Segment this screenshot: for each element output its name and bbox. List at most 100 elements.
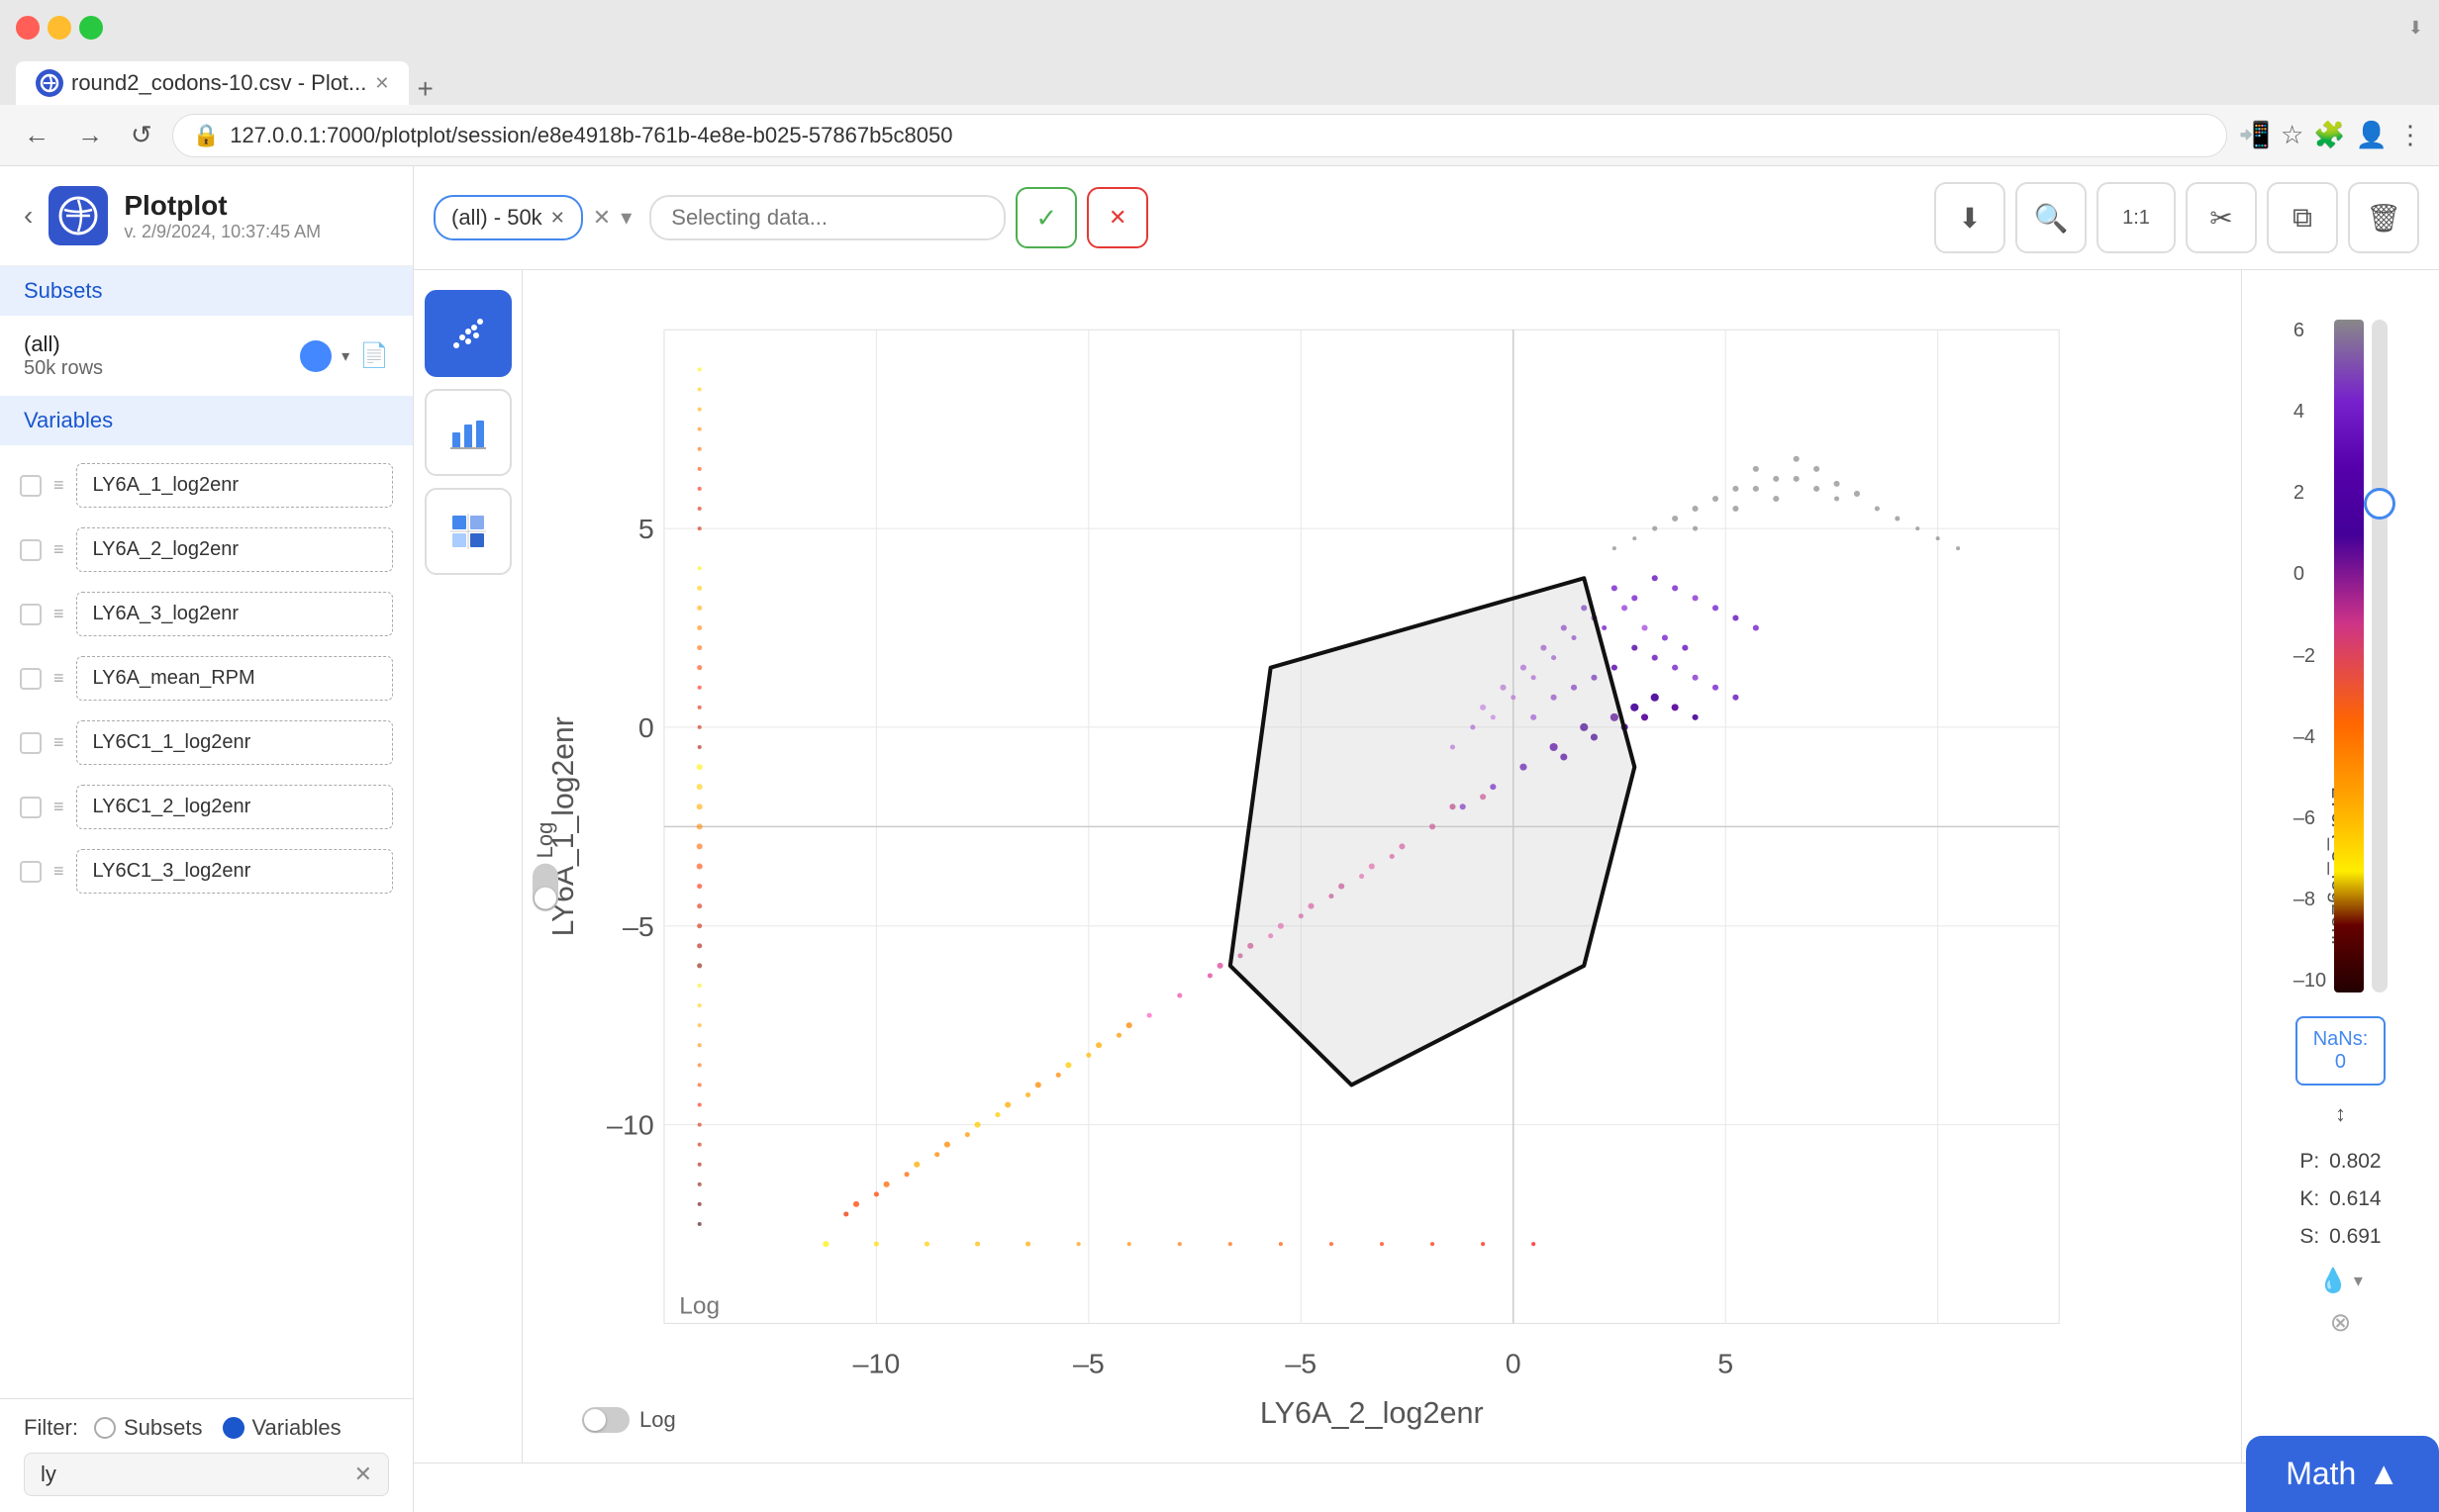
filter-subsets-radio[interactable]: Subsets — [94, 1415, 203, 1441]
var-checkbox-ly6amean[interactable] — [20, 668, 42, 690]
s-value: 0.691 — [2329, 1225, 2382, 1248]
x-log-toggle[interactable]: Log — [582, 1407, 676, 1433]
address-bar[interactable]: 🔒 127.0.0.1:7000/plotplot/session/e8e491… — [172, 114, 2227, 157]
list-item: ≡ LY6A_1_log2enr — [0, 453, 413, 518]
s-stat: S: 0.691 — [2299, 1218, 2381, 1256]
scatter-plot-svg: 5 0 –5 –10 –10 –5 –5 0 5 LY6A_2_log2enr … — [523, 270, 2241, 1463]
chip-dropdown-button[interactable]: ▾ — [621, 205, 632, 231]
plot-and-panels: 5 0 –5 –10 –10 –5 –5 0 5 LY6A_2_log2enr … — [414, 270, 2439, 1463]
window-controls-right: ⬇ — [2408, 18, 2423, 39]
color-label-n8: –8 — [2293, 889, 2326, 911]
chip-clear-button[interactable]: ✕ — [593, 205, 611, 231]
math-button[interactable]: Math ▲ — [2246, 1436, 2439, 1512]
filter-input[interactable] — [41, 1462, 346, 1487]
var-checkbox-ly6c13[interactable] — [20, 861, 42, 883]
color-scale-panel: LY6A_3_log2enr 6 4 2 0 –2 –4 –6 –8 –10 — [2241, 270, 2439, 1463]
subset-file-icon[interactable]: 📄 — [359, 341, 389, 370]
svg-text:–5: –5 — [1285, 1349, 1317, 1380]
stats-panel: P: 0.802 K: 0.614 S: 0.691 — [2299, 1143, 2381, 1255]
cancel-button[interactable]: ✕ — [1087, 187, 1148, 248]
main-content: (all) - 50k ✕ ✕ ▾ ✓ ✕ ⬇ 🔍 — [414, 166, 2439, 1512]
var-label-ly6amean[interactable]: LY6A_mean_RPM — [76, 656, 393, 701]
p-label: P: — [2299, 1150, 2319, 1173]
svg-text:–5: –5 — [623, 911, 654, 943]
drag-handle-icon[interactable]: ≡ — [53, 539, 64, 560]
remove-color-button[interactable]: ⊗ — [2330, 1307, 2352, 1338]
color-picker-dropdown[interactable]: ▾ — [2354, 1271, 2363, 1291]
back-button[interactable]: ← — [16, 116, 57, 154]
var-checkbox-ly6c12[interactable] — [20, 797, 42, 818]
color-scale-slider[interactable] — [2372, 320, 2388, 992]
plot-area[interactable]: 5 0 –5 –10 –10 –5 –5 0 5 LY6A_2_log2enr … — [523, 270, 2241, 1463]
var-label-ly6a2[interactable]: LY6A_2_log2enr — [76, 527, 393, 572]
copy-button[interactable]: ⧉ — [2267, 182, 2338, 253]
selecting-data-input[interactable] — [649, 195, 1006, 240]
confirm-icon: ✓ — [1035, 203, 1057, 234]
subset-color-dot[interactable] — [300, 340, 332, 372]
svg-text:–10: –10 — [853, 1349, 901, 1380]
extensions-button[interactable]: 🧩 — [2313, 120, 2345, 150]
subset-dropdown-arrow[interactable]: ▾ — [341, 346, 349, 366]
svg-text:5: 5 — [1717, 1349, 1733, 1380]
var-label-ly6c11[interactable]: LY6C1_1_log2enr — [76, 720, 393, 765]
nav-actions: 📲 ☆ 🧩 👤 ⋮ — [2239, 120, 2423, 150]
drag-handle-icon[interactable]: ≡ — [53, 797, 64, 817]
heatmap-button[interactable] — [425, 488, 512, 575]
profile-button[interactable]: 👤 — [2356, 120, 2388, 150]
sidebar: ‹ Plotplot v. 2/9/2024, 10:37:45 AM Subs… — [0, 166, 414, 1512]
color-label-n4: –4 — [2293, 726, 2326, 749]
var-label-ly6c13[interactable]: LY6C1_3_log2enr — [76, 849, 393, 894]
app-info: Plotplot v. 2/9/2024, 10:37:45 AM — [124, 190, 321, 242]
color-label-6: 6 — [2293, 320, 2326, 342]
close-traffic-light[interactable] — [16, 16, 40, 40]
x-log-label: Log — [639, 1407, 676, 1433]
menu-button[interactable]: ⋮ — [2397, 120, 2423, 150]
bookmark-button[interactable]: ☆ — [2281, 120, 2303, 150]
active-tab[interactable]: round2_codons-10.csv - Plot... ✕ — [16, 61, 409, 105]
color-picker-icon[interactable]: 💧 — [2318, 1267, 2348, 1295]
var-checkbox-ly6a3[interactable] — [20, 604, 42, 625]
crop-button[interactable]: ✂ — [2186, 182, 2257, 253]
var-label-ly6c12[interactable]: LY6C1_2_log2enr — [76, 785, 393, 829]
confirm-button[interactable]: ✓ — [1016, 187, 1077, 248]
subset-chip[interactable]: (all) - 50k ✕ — [434, 195, 583, 240]
var-checkbox-ly6a2[interactable] — [20, 539, 42, 561]
var-label-ly6a3[interactable]: LY6A_3_log2enr — [76, 592, 393, 636]
var-checkbox-ly6c11[interactable] — [20, 732, 42, 754]
reload-button[interactable]: ↺ — [123, 116, 160, 154]
delete-button[interactable]: 🗑 — [2348, 182, 2419, 253]
forward-button[interactable]: → — [69, 116, 111, 154]
range-up-button[interactable]: ↕ — [2335, 1101, 2346, 1127]
download-button[interactable]: ⬇ — [1934, 182, 2005, 253]
drag-handle-icon[interactable]: ≡ — [53, 475, 64, 496]
drag-handle-icon[interactable]: ≡ — [53, 668, 64, 689]
chip-remove-icon[interactable]: ✕ — [550, 208, 565, 229]
bar-chart-button[interactable] — [425, 389, 512, 476]
drag-handle-icon[interactable]: ≡ — [53, 604, 64, 624]
scatter-plot-button[interactable] — [425, 290, 512, 377]
maximize-traffic-light[interactable] — [79, 16, 103, 40]
zoom-button[interactable]: 🔍 — [2015, 182, 2087, 253]
ratio-button[interactable]: 1:1 — [2097, 182, 2176, 253]
color-scale-container: 6 4 2 0 –2 –4 –6 –8 –10 — [2293, 320, 2388, 992]
sidebar-toggle[interactable]: ‹ — [24, 200, 33, 232]
y-log-toggle[interactable]: Log — [533, 821, 558, 911]
filter-label: Filter: — [24, 1415, 78, 1441]
x-log-toggle-switch[interactable] — [582, 1407, 630, 1433]
drag-handle-icon[interactable]: ≡ — [53, 861, 64, 882]
color-scale-labels: 6 4 2 0 –2 –4 –6 –8 –10 — [2293, 320, 2326, 992]
y-log-toggle-switch[interactable] — [533, 864, 558, 911]
app-container: ‹ Plotplot v. 2/9/2024, 10:37:45 AM Subs… — [0, 166, 2439, 1512]
filter-variables-radio[interactable]: Variables — [223, 1415, 341, 1441]
var-label-ly6a1[interactable]: LY6A_1_log2enr — [76, 463, 393, 508]
color-scale-thumb[interactable] — [2364, 488, 2395, 520]
cast-button[interactable]: 📲 — [2239, 120, 2271, 150]
nav-bar: ← → ↺ 🔒 127.0.0.1:7000/plotplot/session/… — [0, 105, 2439, 166]
drag-handle-icon[interactable]: ≡ — [53, 732, 64, 753]
filter-bar: Filter: Subsets Variables ✕ — [0, 1398, 413, 1512]
var-checkbox-ly6a1[interactable] — [20, 475, 42, 497]
tab-close-button[interactable]: ✕ — [374, 73, 389, 94]
new-tab-button[interactable]: + — [417, 73, 433, 105]
filter-clear-icon[interactable]: ✕ — [354, 1462, 372, 1487]
minimize-traffic-light[interactable] — [48, 16, 71, 40]
